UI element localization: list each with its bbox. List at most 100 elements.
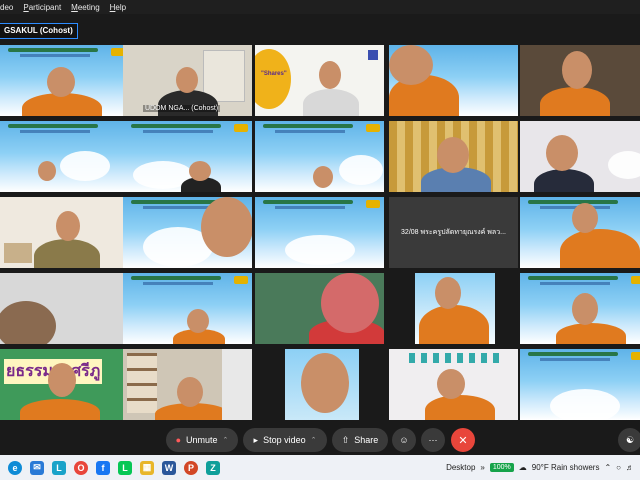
video-tile[interactable] [0, 45, 129, 116]
desktop-label[interactable]: Desktop [446, 463, 475, 472]
slide-logo [234, 124, 248, 132]
participant-head [47, 67, 75, 97]
menu-video[interactable]: deo [0, 3, 13, 12]
chevron-up-icon[interactable]: ⌃ [604, 463, 611, 472]
opera-browser-icon[interactable]: O [74, 460, 88, 475]
network-icon[interactable]: ○ [616, 463, 621, 472]
menu-help-rest: elp [115, 2, 127, 12]
slide-subheader [275, 130, 345, 133]
share-button[interactable]: ⇧ Share [332, 428, 388, 452]
meeting-toolbar: ● Unmute ⌃ ▸ Stop video ⌃ ⇧ Share ☺ ⋯ ✕ … [0, 426, 640, 454]
slide-subheader [540, 358, 610, 361]
participant-body [425, 395, 495, 420]
edge-browser-icon[interactable]: e [8, 460, 22, 475]
windows-taskbar: e ✉ L O f L ▦ W P Z Desktop » 100% ☁ 90°… [0, 455, 640, 480]
chevron-up-icon: ⌃ [222, 437, 229, 444]
battery-badge[interactable]: 100% [489, 463, 514, 472]
mail-icon[interactable]: ✉ [30, 460, 44, 475]
unmute-label: Unmute [186, 435, 218, 445]
file-explorer-icon[interactable]: ▦ [140, 460, 154, 475]
participants-button[interactable]: ☯ [618, 428, 640, 452]
more-button[interactable]: ⋯ [421, 428, 445, 452]
menu-help[interactable]: Help [110, 3, 126, 12]
facebook-icon[interactable]: f [96, 460, 110, 475]
video-tile[interactable] [123, 273, 252, 344]
participant-head [389, 45, 433, 85]
zoom-app-icon[interactable]: Z [206, 460, 220, 475]
video-tile[interactable] [0, 273, 129, 344]
poster-title: "Shares" [261, 71, 287, 77]
video-tile[interactable] [255, 121, 384, 192]
person-icon: ☯ [625, 434, 635, 445]
powerpoint-icon[interactable]: P [184, 460, 198, 475]
wall-decoration [409, 353, 499, 363]
participant-body [534, 169, 594, 192]
slide-cloud [550, 389, 620, 420]
video-tile[interactable] [0, 197, 129, 268]
slide-logo [366, 124, 380, 132]
video-tile[interactable] [255, 349, 384, 420]
participant-head [572, 203, 598, 233]
stop-video-button[interactable]: ▸ Stop video ⌃ [243, 428, 327, 452]
reactions-button[interactable]: ☺ [392, 428, 416, 452]
slide-header [528, 200, 618, 204]
participant-head [321, 273, 379, 333]
menu-participant[interactable]: Participant [23, 3, 61, 12]
slide-subheader [20, 54, 90, 57]
slide-subheader [143, 130, 213, 133]
video-tile[interactable] [123, 197, 252, 268]
video-tile[interactable] [389, 121, 518, 192]
weather-text[interactable]: 90°F Rain showers [532, 463, 600, 472]
video-tile[interactable] [255, 197, 384, 268]
video-tile[interactable] [123, 121, 252, 192]
slide-logo [631, 276, 640, 284]
participant-head [572, 293, 598, 325]
slide-cloud [60, 151, 110, 181]
room-shelves [127, 353, 157, 413]
video-tile[interactable]: ยธรรม ญศรีภู [0, 349, 129, 420]
video-tile[interactable]: UDOM NGA... (Cohost) [123, 45, 252, 116]
slide-header [528, 352, 618, 356]
video-tile[interactable] [520, 273, 640, 344]
unmute-button[interactable]: ● Unmute ⌃ [166, 428, 238, 452]
slide-subheader [20, 130, 90, 133]
system-tray: Desktop » 100% ☁ 90°F Rain showers ⌃ ○ ♬ [446, 455, 640, 480]
line-chat-icon[interactable]: L [118, 460, 132, 475]
chevron-up-icon: ⌃ [310, 437, 317, 444]
slide-cloud [608, 151, 640, 179]
word-icon[interactable]: W [162, 460, 176, 475]
slide-subheader [143, 282, 213, 285]
participant-head [176, 67, 198, 93]
participant-head [201, 197, 252, 257]
video-tile[interactable] [520, 349, 640, 420]
video-tile-name-only[interactable]: 32/08 พระครูปลัดทายุณรงค์ พลว... [389, 197, 518, 268]
video-tile[interactable] [389, 45, 518, 116]
chevron-icon[interactable]: » [480, 463, 484, 472]
video-tile[interactable] [520, 45, 640, 116]
participant-head [48, 363, 76, 397]
leave-meeting-button[interactable]: ✕ [451, 428, 475, 452]
video-tile[interactable] [520, 197, 640, 268]
participant-body [556, 323, 626, 344]
video-tile[interactable] [255, 273, 384, 344]
participant-head [562, 51, 592, 89]
weather-icon: ☁ [518, 463, 527, 472]
video-tile[interactable] [0, 121, 129, 192]
video-tile[interactable] [123, 349, 252, 420]
participant-head [301, 353, 349, 413]
speaker-icon[interactable]: ♬ [626, 463, 634, 472]
line-app-icon[interactable]: L [52, 460, 66, 475]
slide-header [8, 48, 98, 52]
participant-name: UDOM NGA... (Cohost) [143, 105, 221, 112]
video-tile[interactable] [389, 273, 518, 344]
video-tile[interactable]: "Shares" [255, 45, 384, 116]
video-tile[interactable] [389, 349, 518, 420]
participant-head [319, 61, 341, 89]
menu-meeting[interactable]: Meeting [71, 3, 99, 12]
slide-header [131, 200, 221, 204]
video-tile[interactable] [520, 121, 640, 192]
slide-logo [366, 200, 380, 208]
menu-meeting-rest: eeting [77, 2, 100, 12]
participant-head [435, 277, 461, 309]
participant-head [0, 301, 56, 344]
